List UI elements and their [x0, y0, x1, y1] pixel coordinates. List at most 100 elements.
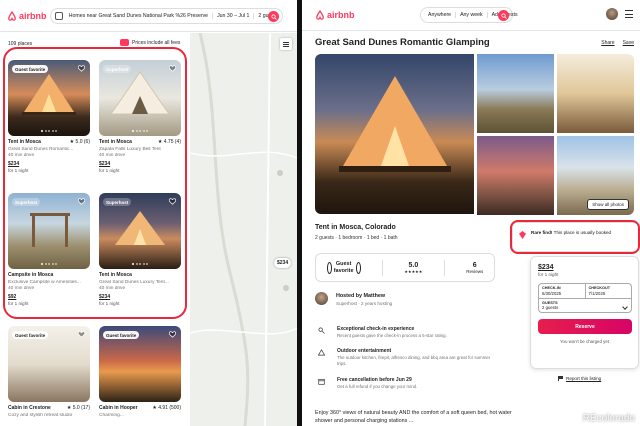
- search-anywhere[interactable]: Anywhere: [424, 12, 457, 18]
- airbnb-logo[interactable]: airbnb: [7, 11, 47, 21]
- listing-card[interactable]: Superhost Tent in Mosca Great Sand Dunes…: [99, 193, 181, 306]
- prices-toggle[interactable]: Prices include all fees: [120, 39, 180, 46]
- search-icon: [270, 13, 277, 20]
- listing-title: Tent in Mosca: [99, 139, 132, 145]
- map-layers-button[interactable]: [280, 38, 292, 50]
- listing-price[interactable]: $92: [8, 294, 90, 300]
- search-button[interactable]: [498, 10, 509, 21]
- listing-price[interactable]: $234: [99, 161, 181, 167]
- search-bar[interactable]: Homes near Great Sand Dunes National Par…: [50, 8, 283, 24]
- checkout-field[interactable]: CHECKOUT 7/1/2025: [586, 284, 632, 298]
- listing-photo[interactable]: Guest favorite: [8, 326, 90, 402]
- guests-select[interactable]: GUESTS 2 guests: [539, 298, 631, 312]
- listing-name: Charming...: [99, 412, 124, 418]
- heart-icon[interactable]: [169, 331, 176, 338]
- reviews-cell[interactable]: 6 Reviews: [466, 262, 483, 274]
- favorite-line-1: Guest: [335, 261, 352, 268]
- feature-desc: Recent guests gave the check-in process …: [337, 333, 447, 338]
- guests-value: 2 guests: [542, 305, 559, 310]
- listing-title: Campsite in Mosca: [8, 272, 54, 278]
- rare-find-notice: Rare find! This place is usually booked: [512, 222, 639, 252]
- save-button[interactable]: Save: [623, 40, 634, 46]
- listing-per: for 1 night: [99, 301, 120, 306]
- rare-find-text: This place is usually booked: [552, 230, 612, 235]
- booking-card: $234 for 1 night CHECK-IN 6/30/2025 CHEC…: [530, 256, 639, 369]
- photo-gallery[interactable]: Show all photos: [315, 54, 636, 215]
- listing-name: Exclusive Campsite w Amenities...: [8, 279, 81, 285]
- listing-title: Cabin in Hooper: [99, 405, 138, 411]
- photo-dots: [41, 263, 57, 265]
- listing-price[interactable]: $234: [99, 294, 181, 300]
- listing-photo[interactable]: Superhost: [8, 193, 90, 269]
- listing-price[interactable]: $234: [8, 161, 90, 167]
- tent-illustration: [339, 76, 451, 172]
- calendar-icon: [318, 378, 325, 385]
- divider: [443, 259, 445, 276]
- search-location[interactable]: Homes near Great Sand Dunes National Par…: [65, 13, 214, 19]
- show-all-photos-button[interactable]: Show all photos: [587, 199, 629, 210]
- photo-dots: [132, 263, 148, 265]
- checkout-label: CHECKOUT: [588, 286, 611, 290]
- report-label: Report this listing: [566, 376, 602, 381]
- heart-icon[interactable]: [78, 331, 85, 338]
- listing-card[interactable]: Guest favorite Cabin in Crestone ★ 5.0 (1…: [8, 326, 90, 418]
- compact-search-bar[interactable]: Anywhere Any week Add guests: [420, 7, 518, 23]
- laurel-left-icon: [326, 261, 332, 274]
- search-any-week[interactable]: Any week: [456, 12, 488, 18]
- listing-name: Cozy and stylish retreat studio: [8, 412, 73, 418]
- heart-icon[interactable]: [169, 65, 176, 72]
- gallery-photo[interactable]: [477, 136, 554, 215]
- menu-icon[interactable]: [625, 10, 633, 18]
- listing-photo[interactable]: Guest favorite: [8, 60, 90, 136]
- reviews-label: Reviews: [466, 268, 484, 274]
- listing-card[interactable]: Superhost Tent in Mosca ★ 4.75 (4) Zapata…: [99, 60, 181, 173]
- listing-rating: ★ 4.91 (500): [152, 405, 181, 411]
- prices-toggle-label: Prices include all fees: [132, 39, 181, 46]
- rating-value: 5.0: [408, 261, 419, 269]
- reserve-button[interactable]: Reserve: [538, 319, 632, 334]
- heart-icon[interactable]: [169, 198, 176, 205]
- booking-form: CHECK-IN 6/30/2025 CHECKOUT 7/1/2025 GUE…: [538, 283, 632, 313]
- listing-drive: 40 min drive: [99, 286, 126, 291]
- listing-photo[interactable]: Superhost: [99, 193, 181, 269]
- search-icon: [500, 12, 507, 19]
- brand-name: airbnb: [327, 10, 355, 20]
- feature-title: Free cancellation before Jun 29: [337, 377, 412, 383]
- heart-icon[interactable]: [78, 65, 85, 72]
- listing-drive: 40 min drive: [8, 286, 35, 291]
- watermark: REcolorado: [582, 413, 635, 424]
- airbnb-logo[interactable]: airbnb: [315, 10, 355, 20]
- user-avatar[interactable]: [606, 8, 618, 20]
- door-icon: [318, 327, 325, 334]
- listing-card[interactable]: Superhost Campsite in Mosca Exclusive Ca…: [8, 193, 90, 306]
- main-photo[interactable]: [315, 54, 474, 214]
- listing-rating: ★ 5.0 (6): [69, 139, 90, 145]
- results-header: airbnb Homes near Great Sand Dunes Natio…: [0, 0, 297, 32]
- checkin-field[interactable]: CHECK-IN 6/30/2025: [539, 284, 586, 298]
- heart-icon[interactable]: [78, 198, 85, 205]
- guest-favorite-box[interactable]: Guest favorite 5.0 ★★★★★ 6 Reviews: [315, 253, 495, 282]
- search-button[interactable]: [268, 11, 279, 22]
- superhost-badge: Superhost: [103, 198, 132, 206]
- location-subtitle: 2 guests · 1 bedroom · 1 bed · 1 bath: [315, 235, 398, 241]
- map[interactable]: [190, 33, 297, 426]
- listing-photo[interactable]: Superhost: [99, 60, 181, 136]
- gallery-photo[interactable]: [557, 54, 634, 133]
- feature-desc: The outdoor kitchen, firepit, alfresco d…: [337, 355, 491, 366]
- report-listing-link[interactable]: Report this listing: [558, 376, 601, 381]
- rating-cell: 5.0 ★★★★★: [404, 262, 422, 274]
- gallery-photo[interactable]: [477, 54, 554, 133]
- listing-title: Tent in Mosca: [8, 139, 41, 145]
- listing-drive: 40 min drive: [8, 153, 35, 158]
- listing-photo[interactable]: Guest favorite: [99, 326, 181, 402]
- filter-icon[interactable]: [55, 12, 63, 20]
- map-price-pin[interactable]: $234: [274, 258, 292, 268]
- gallery-photo[interactable]: Show all photos: [557, 136, 634, 215]
- host-avatar[interactable]: [315, 292, 328, 305]
- booking-per-night: for 1 night: [538, 272, 559, 277]
- listing-card[interactable]: Guest favorite Tent in Mosca ★ 5.0 (6) Gr…: [8, 60, 90, 173]
- search-dates[interactable]: Jun 30 – Jul 1: [213, 13, 255, 19]
- share-button[interactable]: Share: [601, 40, 614, 46]
- feature-title: Exceptional check-in experience: [337, 326, 415, 332]
- listing-card[interactable]: Guest favorite Cabin in Hooper ★ 4.91 (50…: [99, 326, 181, 418]
